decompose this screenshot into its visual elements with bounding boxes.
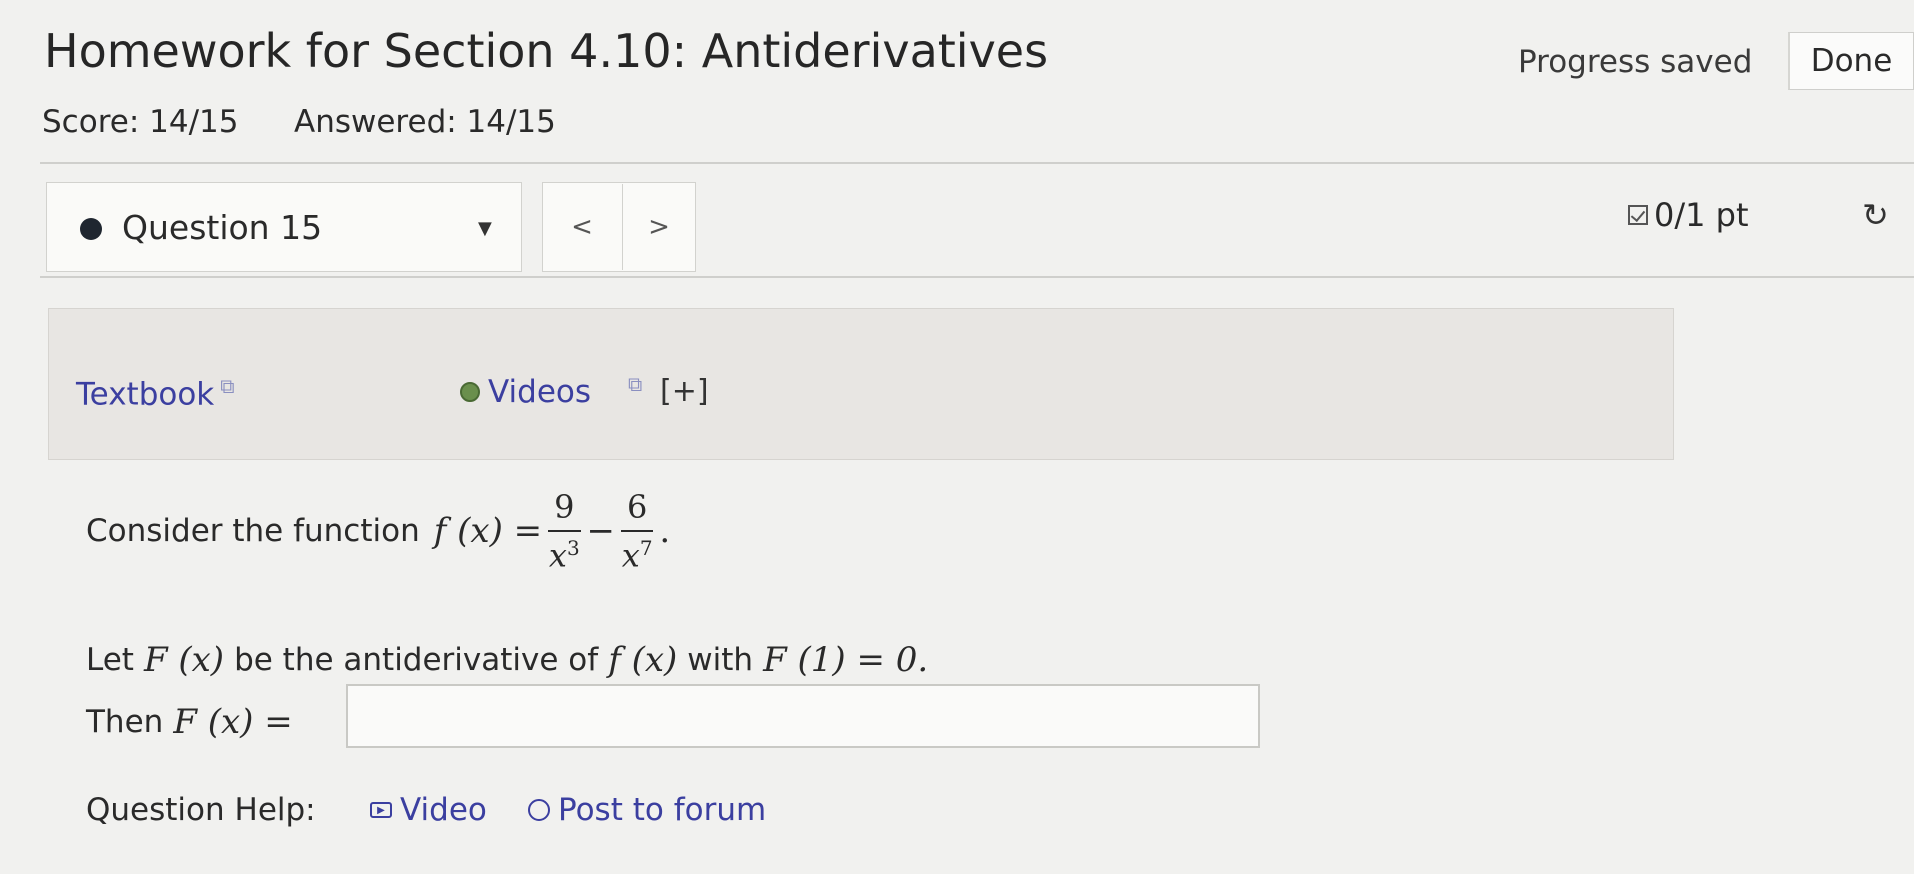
prev-question-button[interactable]: < — [544, 184, 620, 270]
videos-link[interactable]: Videos — [460, 374, 591, 410]
question-select-label: Question 15 — [122, 208, 323, 247]
textbook-link[interactable]: Textbook ⧉ — [76, 374, 235, 412]
fraction-1-denominator: x3 — [548, 536, 580, 575]
period: . — [659, 511, 671, 552]
function-definition: f (x) = — [433, 511, 543, 552]
videos-label: Videos — [488, 374, 592, 410]
fraction-bar — [548, 530, 581, 532]
checkbox-icon — [1628, 205, 1648, 225]
fraction-1: 9 x3 — [548, 488, 581, 575]
progress-status: Progress saved — [1518, 44, 1753, 80]
points-text: 0/1 pt — [1654, 196, 1749, 234]
divider — [40, 162, 1914, 164]
help-video-label: Video — [400, 792, 487, 828]
initial-condition: F (1) = 0. — [763, 640, 929, 680]
retry-icon[interactable]: ↻ — [1862, 196, 1889, 234]
external-link-icon: ⧉ — [628, 372, 643, 396]
question-line-function: Consider the function f (x) = 9 x3 − 6 x… — [86, 488, 670, 575]
next-question-button[interactable]: > — [622, 184, 695, 270]
minus-sign: − — [586, 511, 616, 552]
function-symbol: f (x) — [608, 640, 678, 680]
textbook-label: Textbook — [76, 376, 215, 413]
antiderivative-text: be the antiderivative of — [234, 642, 599, 678]
score-text: Score: 14/15 — [42, 104, 239, 140]
expand-videos-button[interactable]: [+] — [660, 374, 709, 409]
fraction-2-denominator: x7 — [621, 536, 653, 575]
video-resource-icon — [460, 382, 480, 402]
question-line-answer: Then F (x) = — [86, 702, 293, 742]
chevron-down-icon: ▼ — [478, 218, 492, 239]
question-status-dot-icon — [80, 218, 102, 240]
page-title: Homework for Section 4.10: Antiderivativ… — [44, 24, 1049, 78]
video-icon: ▶ — [370, 802, 392, 818]
answered-text: Answered: 14/15 — [294, 104, 556, 140]
then-text: Then — [86, 704, 164, 740]
let-text: Let — [86, 642, 134, 678]
post-to-forum-link[interactable]: Post to forum — [528, 792, 766, 828]
question-help-label: Question Help: — [86, 792, 316, 828]
fraction-2: 6 x7 — [621, 488, 654, 575]
fraction-1-numerator: 9 — [554, 488, 575, 526]
help-video-link[interactable]: ▶ Video — [370, 792, 487, 828]
external-link-icon: ⧉ — [220, 374, 235, 398]
antiderivative-symbol: F (x) — [143, 640, 225, 680]
question-line-antiderivative: Let F (x) be the antiderivative of f (x)… — [86, 640, 928, 680]
done-button[interactable]: Done — [1788, 32, 1914, 90]
answer-prompt: F (x) = — [173, 702, 293, 742]
resources-panel — [48, 308, 1674, 460]
with-text: with — [687, 642, 754, 678]
answer-input[interactable] — [346, 684, 1260, 748]
comment-bubble-icon — [528, 799, 550, 821]
post-to-forum-label: Post to forum — [558, 792, 767, 828]
fraction-bar — [621, 530, 654, 532]
fraction-2-numerator: 6 — [627, 488, 648, 526]
divider — [40, 276, 1914, 278]
question-points: 0/1 pt — [1628, 196, 1749, 234]
question-intro: Consider the function — [86, 513, 420, 550]
